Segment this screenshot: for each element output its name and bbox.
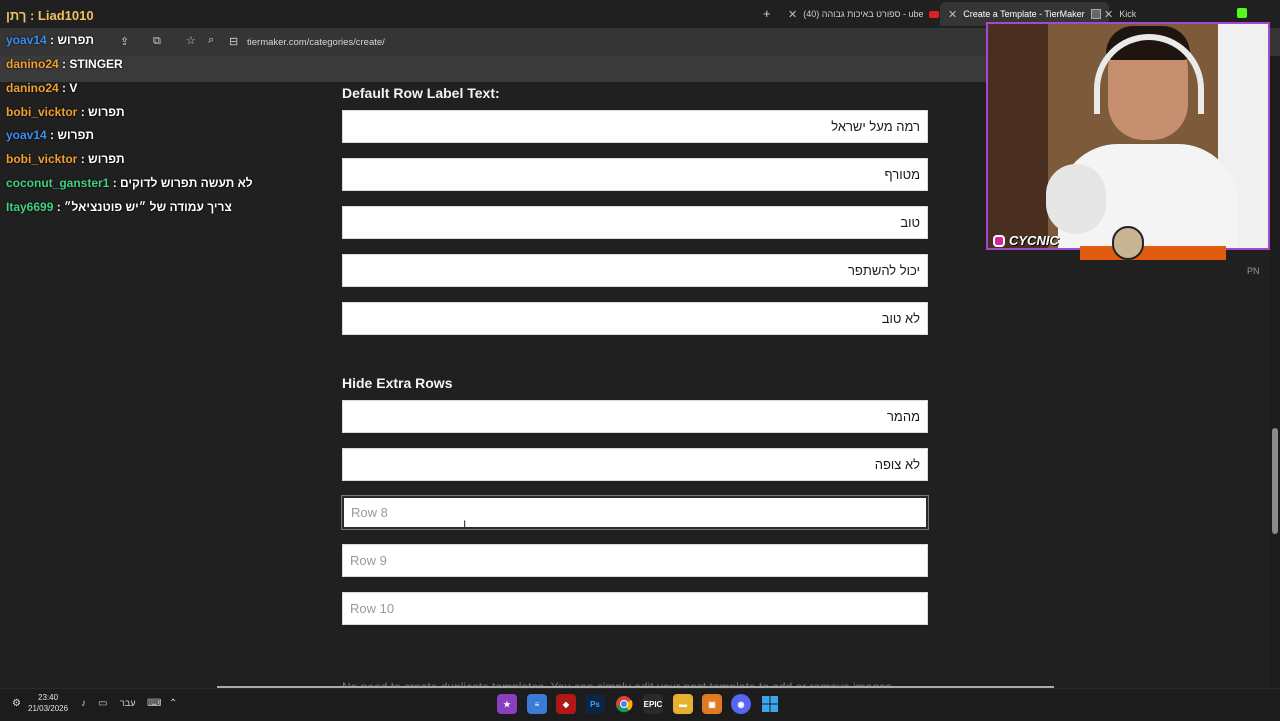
chat-message: danino24 : V <box>6 81 78 95</box>
chat-text: STINGER <box>69 57 123 71</box>
close-icon[interactable]: ✕ <box>788 8 797 21</box>
tab-kick[interactable]: ✕ Kick <box>1104 4 1136 24</box>
clock-date: 21/03/2026 <box>28 704 69 713</box>
chat-text: צריך עמודה של ״יש פוטנציאל״ <box>64 200 232 214</box>
tab-label: Kick <box>1119 9 1137 19</box>
chat-text: תפרוש <box>88 152 125 166</box>
taskbar <box>0 688 1280 721</box>
network-icon[interactable]: ▭ <box>98 698 107 709</box>
chat-username: yoav14 <box>6 128 47 142</box>
windows-start-icon[interactable] <box>760 694 780 714</box>
zoom-icon[interactable]: ⌕ <box>208 34 214 47</box>
notepad-icon[interactable]: ≡ <box>527 694 547 714</box>
chat-text: לא תעשה תפרוש לדוקים <box>120 176 253 190</box>
url-field[interactable]: tiermaker.com/categories/create/ <box>247 37 385 48</box>
row-label-input-5[interactable] <box>342 302 928 335</box>
chat-username: coconut_ganster1 <box>6 176 110 190</box>
volume-icon[interactable]: ♪ <box>81 698 86 709</box>
app-icon[interactable]: ★ <box>497 694 517 714</box>
chat-username: danino24 <box>6 81 59 95</box>
bookmark-star-icon[interactable]: ☆ <box>186 34 196 47</box>
keyboard-icon[interactable]: ⌨ <box>147 698 161 709</box>
language-indicator[interactable]: עבר <box>120 698 135 708</box>
chat-message: danino24 : STINGER <box>6 57 123 71</box>
streamer-name: CYCNIC <box>1009 233 1059 248</box>
discord-icon[interactable]: ◉ <box>731 694 751 714</box>
close-icon[interactable]: ✕ <box>1104 8 1113 21</box>
kick-extension-icon[interactable] <box>1237 8 1247 18</box>
clock-time: 23:40 <box>38 693 59 702</box>
chat-username: danino24 <box>6 57 59 71</box>
tiermaker-icon <box>1090 9 1101 19</box>
chat-message: Itay6699 : צריך עמודה של ״יש פוטנציאל״ <box>6 200 232 214</box>
chat-username: Itay6699 <box>6 200 54 214</box>
new-tab-icon[interactable]: + <box>763 6 771 21</box>
app-icon[interactable]: ▣ <box>702 694 722 714</box>
chrome-icon[interactable] <box>614 694 634 714</box>
chat-channel-title: ךתן : Liad1010 <box>6 8 94 23</box>
row-10-input[interactable] <box>342 592 928 625</box>
overlay-corner-text: PN <box>1247 266 1260 276</box>
scrollbar-thumb[interactable] <box>1272 428 1278 534</box>
chat-message: coconut_ganster1 : לא תעשה תפרוש לדוקים <box>6 176 253 190</box>
epic-games-icon[interactable]: EPIC <box>643 694 663 714</box>
webcam-overlay <box>986 22 1270 250</box>
site-info-icon[interactable]: ⊟ <box>229 35 238 48</box>
row-label-input-6[interactable] <box>342 400 928 433</box>
row-label-input-4[interactable] <box>342 254 928 287</box>
app-icon[interactable]: ◆ <box>556 694 576 714</box>
tab-label: (40) ספורט באיכות גבוהה - ube <box>803 9 924 19</box>
chat-text: תפרוש <box>88 105 125 119</box>
webcam-background <box>988 24 1048 248</box>
row-label-input-1[interactable] <box>342 110 928 143</box>
youtube-icon <box>929 10 940 18</box>
streamer-label: CYCNIC <box>993 233 1059 248</box>
chevron-up-icon[interactable]: ⌃ <box>169 698 177 709</box>
chat-text: תפרוש <box>57 128 95 142</box>
row-9-input[interactable] <box>342 544 928 577</box>
chat-text: V <box>69 81 78 95</box>
tab-actions-icon[interactable]: ⧉ <box>153 35 161 48</box>
row-label-input-7[interactable] <box>342 448 928 481</box>
folder-icon[interactable]: ▬ <box>673 694 693 714</box>
chat-text: תפרוש <box>57 33 95 47</box>
chat-message: bobi_vicktor : תפרוש <box>6 105 125 119</box>
instagram-icon <box>993 234 1005 247</box>
text-cursor-icon: I <box>463 518 467 532</box>
settings-gear-icon[interactable]: ⚙ <box>12 698 21 709</box>
row-label-input-2[interactable] <box>342 158 928 191</box>
chat-username: bobi_vicktor <box>6 105 78 119</box>
default-rows-heading: Default Row Label Text: <box>342 85 500 101</box>
vertical-scrollbar[interactable] <box>1270 56 1280 688</box>
microphone-icon <box>1046 164 1106 234</box>
photoshop-icon[interactable]: Ps <box>585 694 605 714</box>
pug-mascot-icon <box>1112 226 1144 260</box>
chat-username: bobi_vicktor <box>6 152 78 166</box>
chat-message: yoav14 : תפרוש <box>6 128 95 142</box>
row-label-input-3[interactable] <box>342 206 928 239</box>
overlay-banner <box>1080 246 1226 260</box>
extensions-icon[interactable]: ⇪ <box>120 35 129 48</box>
tab-label: Create a Template - TierMaker <box>963 9 1085 19</box>
row-8-input[interactable] <box>342 496 928 529</box>
tab-youtube[interactable]: ✕ (40) ספורט באיכות גבוהה - ube <box>788 4 940 24</box>
chat-message: yoav14 : תפרוש <box>6 33 95 47</box>
chat-username: yoav14 <box>6 33 47 47</box>
close-icon[interactable]: ✕ <box>948 8 957 21</box>
extra-rows-heading: Hide Extra Rows <box>342 375 453 391</box>
chat-message: bobi_vicktor : תפרוש <box>6 152 125 166</box>
clock[interactable]: 23:40 21/03/2026 <box>28 692 68 714</box>
